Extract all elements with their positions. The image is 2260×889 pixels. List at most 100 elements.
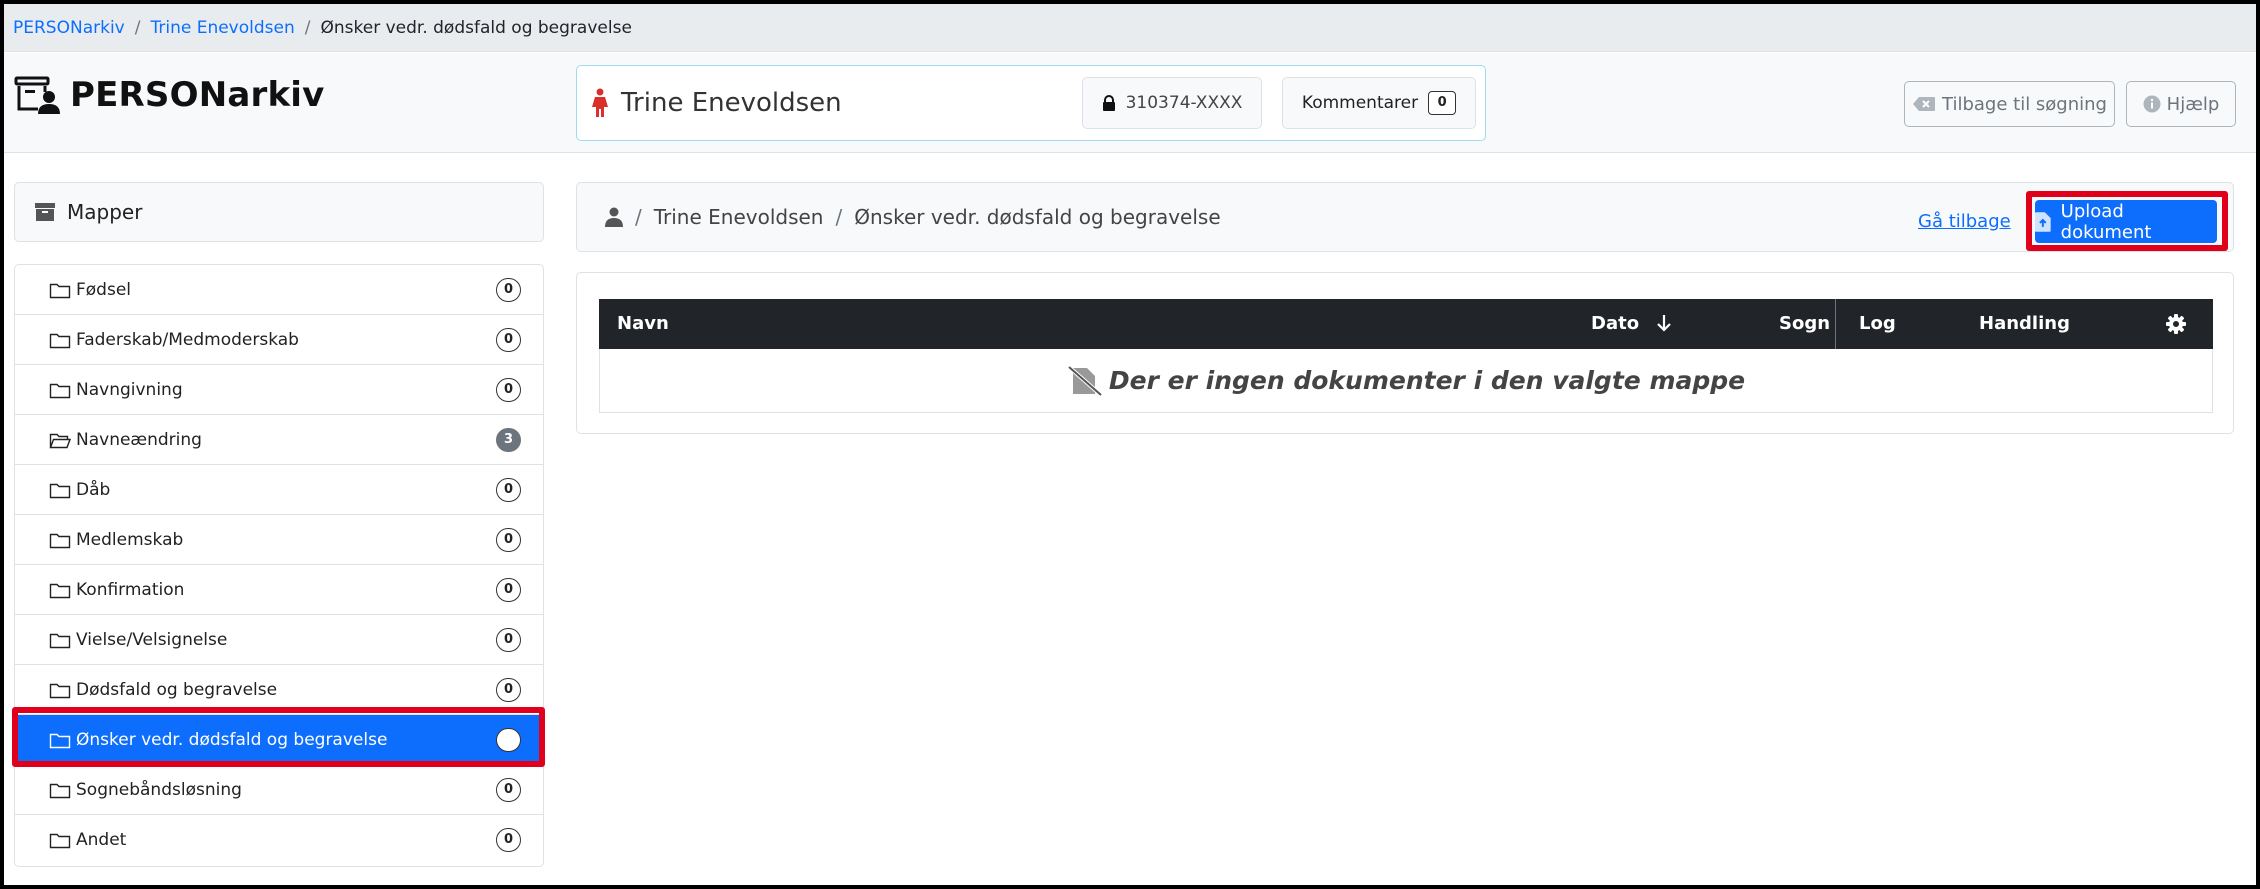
app-window: PERSONarkiv / Trine Enevoldsen / Ønsker … [4,4,2256,885]
info-icon [2143,95,2161,113]
folder-icon [49,533,71,548]
comments-count-badge: 0 [1428,91,1457,115]
folder-label: Medlemskab [76,529,184,550]
folder-icon [49,583,71,598]
folder-icon [49,383,71,398]
folder-label: Sognebåndsløsning [76,779,242,800]
folder-count-badge: 0 [496,378,521,402]
column-divider [1835,299,1836,349]
folders-title: Mapper [67,200,143,224]
main-breadcrumb-separator: / [835,205,843,229]
cpr-number: 310374-XXXX [1125,93,1243,113]
upload-document-label: Upload dokument [2060,200,2152,243]
help-label: Hjælp [2166,93,2220,115]
backspace-icon [1913,97,1936,111]
app-header: PERSONarkiv Trine Enevoldsen 310374-XXXX… [4,53,2256,153]
folder-item-navneaendring[interactable]: Navneændring 3 [15,415,543,465]
folder-label: Vielse/Velsignelse [76,629,228,650]
documents-card: Navn Dato Sogn Log Handling Der er ingen… [576,272,2234,434]
folder-icon [49,283,71,298]
folder-item-onsker[interactable]: Ønsker vedr. dødsfald og begravelse 0 [15,715,543,765]
person-name: Trine Enevoldsen [621,88,842,118]
folder-count-badge: 0 [496,728,521,752]
folder-item-faderskab[interactable]: Faderskab/Medmoderskab 0 [15,315,543,365]
table-header: Navn Dato Sogn Log Handling [599,299,2213,349]
folder-label: Faderskab/Medmoderskab [76,329,299,350]
folder-list: Fødsel 0 Faderskab/Medmoderskab 0 Navngi… [14,264,544,867]
main-breadcrumb-person[interactable]: Trine Enevoldsen [654,205,824,229]
gear-icon[interactable] [2166,314,2186,334]
main-breadcrumb-folder: Ønsker vedr. dødsfald og begravelse [854,205,1221,229]
folder-label: Dåb [76,479,111,500]
back-to-search-button[interactable]: Tilbage til søgning [1904,81,2115,127]
folder-item-vielse[interactable]: Vielse/Velsignelse 0 [15,615,543,665]
breadcrumb-current: Ønsker vedr. dødsfald og begravelse [320,17,632,38]
female-person-icon [592,88,608,117]
folder-count-badge: 0 [496,528,521,552]
column-header-dato[interactable]: Dato [1591,313,1672,334]
breadcrumb-separator: / [304,17,311,38]
arrow-down-icon [1657,315,1672,332]
archive-box-icon [35,203,55,221]
person-card: Trine Enevoldsen 310374-XXXX Kommentarer… [576,65,1486,141]
folder-label: Ønsker vedr. dødsfald og begravelse [76,729,388,750]
go-back-link[interactable]: Gå tilbage [1918,211,2011,232]
folder-item-andet[interactable]: Andet 0 [15,815,543,865]
folder-count-badge: 0 [496,678,521,702]
breadcrumb-person-link[interactable]: Trine Enevoldsen [150,18,294,38]
column-header-sogn[interactable]: Sogn [1779,313,1830,334]
folder-count-badge: 3 [496,428,521,452]
folder-label: Konfirmation [76,579,185,600]
folder-icon [49,733,71,748]
folder-item-dodsfald[interactable]: Dødsfald og begravelse 0 [15,665,543,715]
folder-item-fodsel[interactable]: Fødsel 0 [15,265,543,315]
folder-item-daab[interactable]: Dåb 0 [15,465,543,515]
empty-state-message: Der er ingen dokumenter i den valgte map… [1108,366,1746,395]
breadcrumb-home-link[interactable]: PERSONarkiv [13,18,125,38]
archive-person-icon [14,76,60,114]
brand-title: PERSONarkiv [70,75,325,115]
folder-label: Navngivning [76,379,183,400]
comments-button[interactable]: Kommentarer 0 [1282,77,1476,129]
folder-icon [49,633,71,648]
folder-item-sognebaand[interactable]: Sognebåndsløsning 0 [15,765,543,815]
back-to-search-label: Tilbage til søgning [1942,93,2107,115]
breadcrumb-separator: / [134,17,141,38]
folder-count-badge: 0 [496,828,521,852]
column-header-handling[interactable]: Handling [1979,313,2070,334]
folder-open-icon [49,433,71,448]
folder-label: Fødsel [76,279,132,300]
folders-header: Mapper [14,182,544,242]
main-breadcrumb-separator: / [635,205,642,229]
lock-icon [1102,95,1115,111]
folder-label: Navneændring [76,429,202,450]
folder-label: Andet [76,830,127,850]
folder-count-badge: 0 [496,328,521,352]
folder-icon [49,333,71,348]
folder-count-badge: 0 [496,478,521,502]
folder-item-konfirmation[interactable]: Konfirmation 0 [15,565,543,615]
folder-count-badge: 0 [496,278,521,302]
folder-label: Dødsfald og begravelse [76,679,278,700]
folder-icon [49,833,71,849]
folder-count-badge: 0 [496,628,521,652]
folder-item-navngivning[interactable]: Navngivning 0 [15,365,543,415]
folder-count-badge: 0 [496,778,521,802]
help-button[interactable]: Hjælp [2126,81,2236,127]
user-icon [605,207,623,227]
folder-icon [49,483,71,498]
folder-item-medlemskab[interactable]: Medlemskab 0 [15,515,543,565]
column-header-navn[interactable]: Navn [617,313,669,334]
folder-icon [49,783,71,798]
folder-count-badge: 0 [496,578,521,602]
file-upload-icon [2035,211,2051,232]
upload-document-button[interactable]: Upload dokument [2035,200,2217,243]
column-header-log[interactable]: Log [1859,313,1896,334]
folder-icon [49,683,71,698]
column-header-dato-label: Dato [1591,313,1640,334]
empty-state-row: Der er ingen dokumenter i den valgte map… [599,349,2213,413]
comments-label: Kommentarer [1301,93,1419,113]
brand[interactable]: PERSONarkiv [14,75,325,115]
file-slash-icon [1067,365,1103,396]
cpr-button[interactable]: 310374-XXXX [1082,77,1262,129]
